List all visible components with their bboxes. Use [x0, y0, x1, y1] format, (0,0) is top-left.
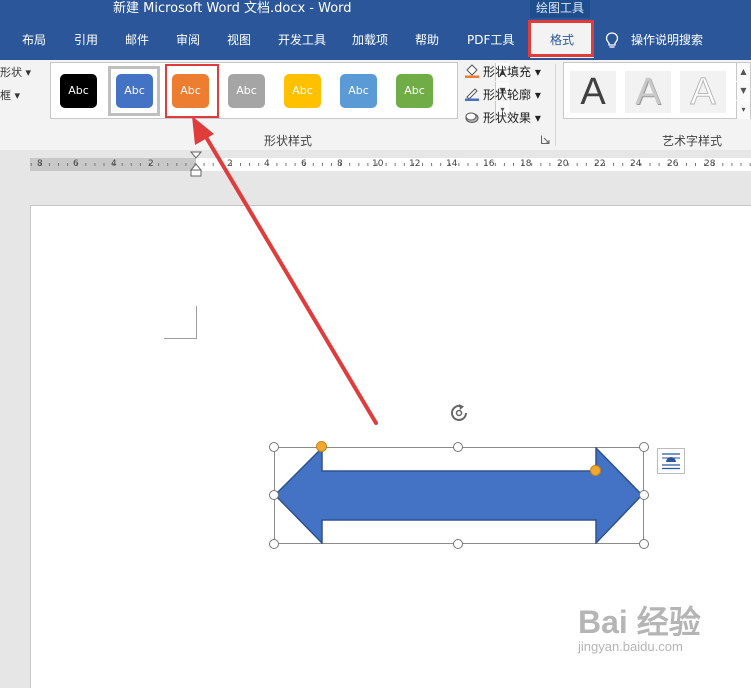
shape-fill-button[interactable]: 形状填充 ▾ [464, 63, 541, 80]
baidu-jingyan-watermark: Bai 经验 jingyan.baidu.com [578, 605, 701, 654]
more-icon: ▾ [741, 105, 746, 114]
dialog-launcher-icon[interactable] [541, 135, 550, 144]
ruler-label: 10 [372, 159, 384, 169]
text-box-fragment[interactable]: 框 ▾ [0, 87, 20, 103]
document-title: 新建 Microsoft Word 文档.docx - Word [113, 1, 352, 16]
margin-corner-mark [196, 306, 197, 339]
horizontal-ruler[interactable]: 8 6 4 2 2 4 6 8 10 12 14 16 18 20 22 24 26 28 [0, 150, 751, 178]
tab-developer[interactable]: 开发工具 [278, 31, 326, 48]
ruler-label: 16 [483, 159, 495, 169]
wordart-group-label: 艺术字样式 [662, 134, 723, 148]
tab-layout[interactable]: 布局 [22, 31, 46, 48]
shape-effects-icon [464, 110, 480, 124]
adjustment-handle-head[interactable] [316, 441, 327, 452]
wordart-style-outline[interactable]: A [680, 71, 726, 114]
ruler-label: 26 [667, 159, 679, 169]
resize-handle-left[interactable] [269, 490, 279, 500]
shape-effects-button[interactable]: 形状效果 ▾ [464, 109, 541, 126]
wordart-styles-gallery: A A A ▲ ▼ ▾ [563, 62, 751, 119]
chevron-down-icon: ▾ [534, 88, 541, 102]
ruler-label: 6 [301, 159, 307, 169]
resize-handle-top[interactable] [453, 442, 463, 452]
watermark-url: jingyan.baidu.com [578, 639, 683, 654]
tab-format[interactable]: 格式 [530, 22, 594, 58]
ruler-label: 6 [73, 159, 79, 169]
style-swatch-gold[interactable]: Abc [284, 74, 321, 108]
tab-view[interactable]: 视图 [227, 31, 251, 48]
triangle-down-icon: ▼ [740, 86, 747, 95]
triangle-up-icon: ▲ [740, 67, 747, 76]
ruler-label: 20 [557, 159, 569, 169]
command-label: 形状填充 [483, 65, 532, 79]
resize-handle-right[interactable] [639, 490, 649, 500]
resize-handle-bottom-left[interactable] [269, 539, 279, 549]
layout-options-button[interactable] [657, 448, 685, 474]
wordart-style-light[interactable]: A [625, 71, 671, 113]
shape-styles-gallery: Abc Abc Abc Abc Abc Abc Abc ▲ ▼ ▾ [50, 62, 509, 119]
rotate-handle-icon[interactable] [447, 401, 471, 425]
ruler-label: 4 [111, 159, 117, 169]
paint-bucket-icon [464, 64, 480, 78]
wordart-style-dark[interactable]: A [570, 71, 616, 113]
ruler-label: 18 [520, 159, 532, 169]
ruler-label: 4 [264, 159, 270, 169]
shape-styles-group-label: 形状样式 [264, 134, 313, 148]
chevron-down-icon: ▾ [14, 89, 21, 102]
style-swatch-black[interactable]: Abc [60, 74, 97, 108]
tab-add-ins[interactable]: 加载项 [352, 31, 388, 48]
wordart-scroll-up-button[interactable]: ▲ [736, 63, 750, 81]
ruler-label: 8 [37, 159, 43, 169]
ruler-label: 22 [594, 159, 606, 169]
resize-handle-top-left[interactable] [269, 442, 279, 452]
style-swatch-gray[interactable]: Abc [228, 74, 265, 108]
ruler-label: 28 [704, 159, 716, 169]
style-swatch-orange[interactable]: Abc [172, 74, 209, 108]
margin-corner-mark [164, 338, 197, 339]
tab-review[interactable]: 审阅 [176, 31, 200, 48]
layout-options-icon [662, 453, 680, 470]
chevron-down-icon: ▾ [534, 65, 541, 79]
resize-handle-top-right[interactable] [639, 442, 649, 452]
tab-help[interactable]: 帮助 [415, 31, 439, 48]
indent-marker-icon[interactable] [189, 150, 203, 178]
wordart-more-button[interactable]: ▾ [736, 101, 750, 119]
watermark-logo: Bai 经验 [578, 604, 701, 640]
resize-handle-bottom-right[interactable] [639, 539, 649, 549]
adjustment-handle-shaft[interactable] [590, 465, 601, 476]
ribbon: 形状 ▾ 框 ▾ Abc Abc Abc Abc Abc Abc Abc ▲ ▼… [0, 60, 751, 151]
tab-mailings[interactable]: 邮件 [125, 31, 149, 48]
tab-references[interactable]: 引用 [74, 31, 98, 48]
chevron-down-icon: ▾ [25, 66, 32, 79]
group-separator [555, 64, 556, 146]
chevron-down-icon: ▾ [534, 111, 541, 125]
ruler-label: 2 [227, 159, 233, 169]
resize-handle-bottom[interactable] [453, 539, 463, 549]
command-label: 形状轮廓 [483, 88, 532, 102]
ribbon-tab-bar: 布局 引用 邮件 审阅 视图 开发工具 加载项 帮助 PDF工具 格式 操作说明… [0, 20, 751, 60]
style-swatch-green[interactable]: Abc [396, 74, 433, 108]
title-bar: 新建 Microsoft Word 文档.docx - Word 绘图工具 [0, 0, 751, 20]
ruler-label: 24 [630, 159, 642, 169]
tell-me-search[interactable]: 操作说明搜索 [631, 31, 703, 48]
style-swatch-blue[interactable]: Abc [116, 74, 153, 108]
ruler-label: 8 [337, 159, 343, 169]
style-swatch-light-blue[interactable]: Abc [340, 74, 377, 108]
contextual-tab-group-label: 绘图工具 [530, 0, 590, 18]
pen-outline-icon [464, 87, 480, 101]
ruler-label: 12 [409, 159, 421, 169]
fragment-label: 形状 [0, 66, 22, 79]
command-label: 形状效果 [483, 111, 532, 125]
ruler-label: 2 [148, 159, 154, 169]
left-right-arrow-shape[interactable] [274, 447, 644, 544]
tab-pdf-tools[interactable]: PDF工具 [467, 31, 514, 48]
shape-outline-button[interactable]: 形状轮廓 ▾ [464, 86, 541, 103]
lightbulb-icon [605, 32, 619, 50]
edit-shape-fragment[interactable]: 形状 ▾ [0, 64, 31, 80]
fragment-label: 框 [0, 89, 11, 102]
wordart-scroll-down-button[interactable]: ▼ [736, 82, 750, 100]
ruler-label: 14 [446, 159, 458, 169]
